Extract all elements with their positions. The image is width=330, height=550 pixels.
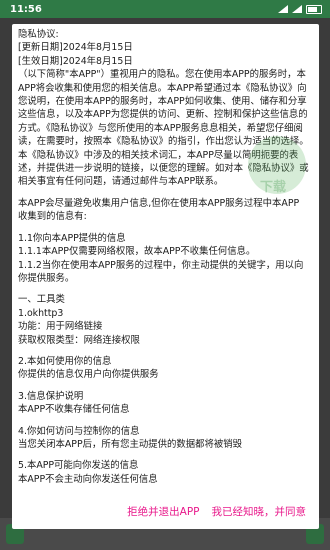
dialog-footer: 拒绝并退出APP 我已经知晓，并同意 bbox=[12, 494, 319, 529]
policy-line: 功能：用于网络链接 bbox=[18, 321, 103, 333]
policy-line: 获取权限类型：网络连接权限 bbox=[18, 334, 140, 346]
policy-line: 你提供的信息仅用户向你提供服务 bbox=[18, 369, 159, 381]
policy-line: 隐私协议: bbox=[18, 29, 59, 40]
policy-line: APP将会收集和使用您的相关信息。本APP希望通过本《隐私协议》向 bbox=[18, 82, 307, 94]
policy-line: 2.本如何使用你的信息 bbox=[18, 355, 112, 367]
policy-line: 本APP不收集存储任何信息 bbox=[18, 404, 130, 416]
policy-line: 本APP不会主动向你发送任何信息 bbox=[18, 473, 158, 485]
policy-line: 1.1.1本APP仅需要网络权限，故本APP不收集任何信息。 bbox=[18, 246, 256, 258]
status-time: 11:56 bbox=[10, 3, 42, 15]
privacy-policy-text[interactable]: 隐私协议: [更新日期]2024年8月15日 [生效日期]2024年8月15日 （以下… bbox=[12, 24, 319, 492]
policy-line: 你提供服务。 bbox=[18, 272, 75, 284]
policy-line: 一、工具类 bbox=[18, 294, 65, 306]
policy-line: 1.1你向本APP提供的信息 bbox=[18, 232, 126, 244]
reject-exit-button[interactable]: 拒绝并退出APP bbox=[127, 504, 199, 519]
policy-line: 3.信息保护说明 bbox=[18, 390, 84, 402]
policy-line: 1.1.2当你在使用本APP服务的过程中，你主动提供的关键字，用以向 bbox=[18, 259, 304, 271]
wifi-icon bbox=[278, 5, 288, 13]
signal-icon bbox=[292, 5, 302, 13]
policy-line: 4.你如何访问与控制你的信息 bbox=[18, 425, 140, 437]
policy-line: 这些信息，以及本APP为您提供的访问、更新、控制和保护这些信息的 bbox=[18, 109, 308, 121]
policy-line: 1.okhttp3 bbox=[18, 307, 64, 319]
policy-line: [生效日期]2024年8月15日 bbox=[18, 55, 133, 67]
status-bar: 11:56 bbox=[0, 0, 330, 18]
battery-icon bbox=[306, 4, 322, 14]
policy-line: 您说明，在使用本APP的服务时，本APP如何收集、使用、储存和分享 bbox=[18, 96, 307, 108]
status-icons bbox=[278, 0, 322, 18]
privacy-dialog: 隐私协议: [更新日期]2024年8月15日 [生效日期]2024年8月15日 （以下… bbox=[12, 24, 319, 529]
accept-button[interactable]: 我已经知晓，并同意 bbox=[212, 504, 307, 519]
watermark-text: 下载 bbox=[260, 180, 287, 195]
policy-line: [更新日期]2024年8月15日 bbox=[18, 42, 133, 54]
policy-line: 收集到的信息有: bbox=[18, 211, 87, 223]
policy-line: 5.本APP可能向你发送的信息 bbox=[18, 460, 139, 472]
policy-line: （以下简称"本APP"）重视用户的隐私。您在使用本APP的服务时，本 bbox=[18, 69, 306, 81]
policy-line: 本APP会尽量避免收集用户信息,但你在使用本APP服务过程中本APP bbox=[18, 197, 300, 209]
policy-line: 方式。《隐私协议》与您所使用的本APP服务息息相关，希望您仔细阅 bbox=[18, 122, 303, 134]
policy-line: 当您关闭本APP后，所有您主动提供的数据都将被销毁 bbox=[18, 438, 242, 450]
